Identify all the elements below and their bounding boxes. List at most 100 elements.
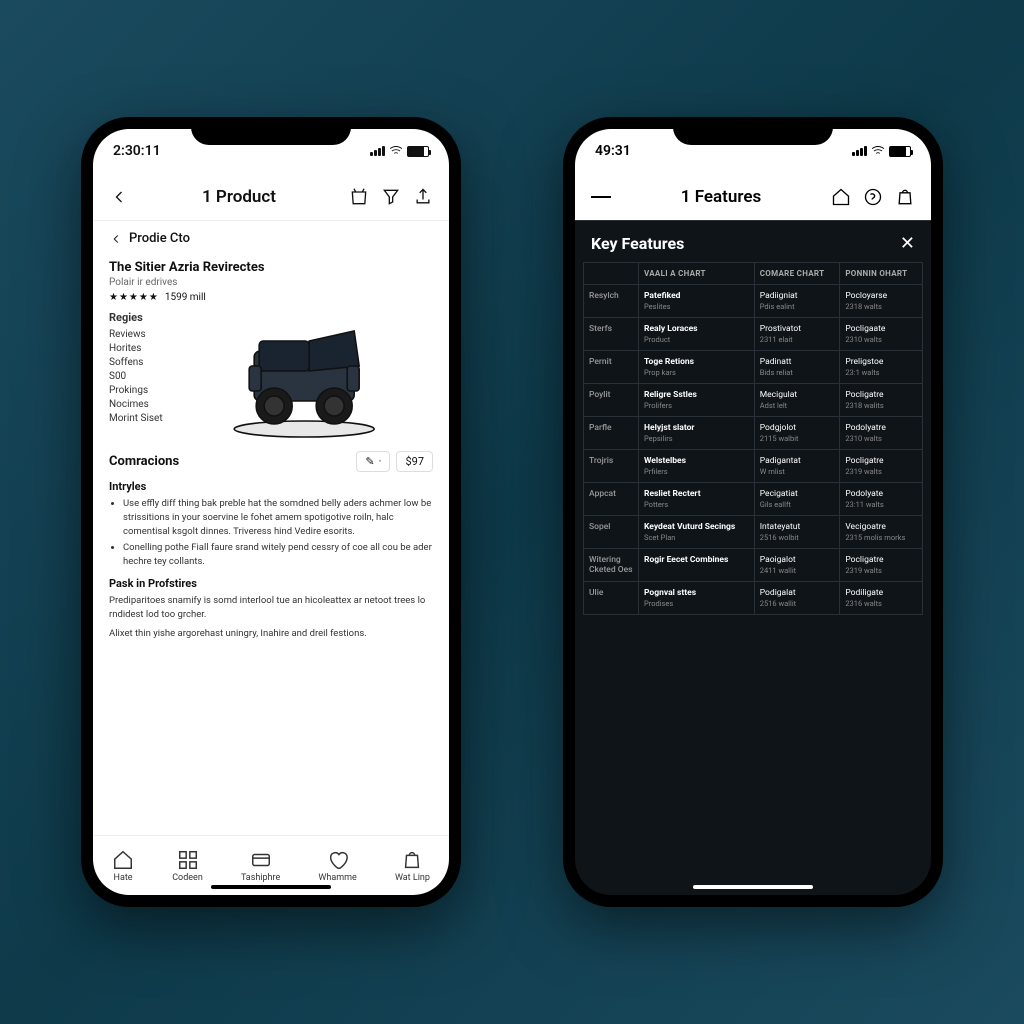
cell-compare: Podigalat2516 wallit [754,582,840,615]
phone-product: 2:30:11 1 Product Prodie Cto The Sitier … [81,117,461,907]
feature-name: Resliet RectertPotters [639,483,755,516]
app-header: 1 Features [575,173,931,221]
page-title: 1 Product [129,187,349,207]
panel-header: Key Features ✕ [575,221,931,262]
table-row: AppcatResliet RectertPottersPecigatiatGi… [584,483,923,516]
home-icon[interactable] [831,187,851,207]
cell-ponnin: Pocligatre2318 walits [840,384,923,417]
battery-icon [407,146,429,157]
bag-icon[interactable] [895,187,915,207]
table-header-row: VAALI A CHART COMARE CHART PONNIN OHART [584,263,923,285]
wifi-icon [389,144,403,158]
bullet-item: Conelling pothe Fiall faure srand witely… [123,541,433,569]
col-blank [584,263,639,285]
cell-compare: Prostivatot2311 elait [754,318,840,351]
filter-icon[interactable] [381,187,401,207]
screen-light: 2:30:11 1 Product Prodie Cto The Sitier … [93,129,449,895]
tab-tash[interactable]: Tashiphre [241,849,280,883]
tag-item[interactable]: S00 [109,371,163,382]
header-actions [831,187,915,207]
tag-list: Regies Reviews Horites Soffens S00 Proki… [109,311,163,441]
feature-name: Religre SstlesProlifers [639,384,755,417]
menu-icon[interactable] [591,187,611,207]
bullet-item: Use effly diff thing bak preble hat the … [123,497,433,538]
features-table: VAALI A CHART COMARE CHART PONNIN OHART … [575,262,931,615]
row-label: Resylch [584,285,639,318]
cell-ponnin: Vecigoatre2315 molis morks [840,516,923,549]
intryles-title: Intryles [109,480,433,493]
cell-compare: PadigantatW mlist [754,450,840,483]
col-compare[interactable]: COMARE CHART [754,263,840,285]
status-time: 49:31 [595,143,631,159]
col-valia[interactable]: VAALI A CHART [639,263,755,285]
cell-ponnin: Pocloyarse2318 walts [840,285,923,318]
home-indicator[interactable] [211,885,331,889]
cell-compare: MecigulatAdst lelt [754,384,840,417]
tag-item[interactable]: Nocimes [109,399,163,410]
table-row: ResylchPatefikedPeslitesPadiigniatPdis e… [584,285,923,318]
feature-name: Realy LoracesProduct [639,318,755,351]
close-icon[interactable]: ✕ [900,233,915,254]
row-label: Witering Cketed Oes [584,549,639,582]
panel-title: Key Features [591,234,684,253]
cell-compare: PecigatiatGils eallft [754,483,840,516]
body-text: Alixet thin yishe argorehast uningry, In… [109,627,433,641]
price-badge: $97 [396,451,433,472]
rating-count: 1599 mill [165,292,206,303]
header-actions [349,187,433,207]
bullet-list: Use effly diff thing bak preble hat the … [109,497,433,569]
feature-name: Helyjst slatorPepsilirs [639,417,755,450]
app-header: 1 Product [93,173,449,221]
tab-codes[interactable]: Codeen [172,849,203,883]
tab-wham[interactable]: Whamme [318,849,356,883]
tab-home[interactable]: Hate [112,849,134,883]
signal-icon [852,146,867,156]
edit-button[interactable]: ✎· [356,451,390,472]
table-row: SopelKeydeat Vuturd SecingsScet PlanInta… [584,516,923,549]
table-row: SterfsRealy LoracesProductProstivatot231… [584,318,923,351]
screen-dark: 49:31 1 Features Key Features ✕ [575,129,931,895]
notch [191,117,351,145]
body-text: Prediparitoes snamify is somd interlool … [109,594,433,622]
home-icon [112,849,134,871]
row-label: Poylit [584,384,639,417]
wifi-icon [871,144,885,158]
status-icons [370,144,429,158]
product-title: The Sitier Azria Revirectes [109,260,433,275]
share-icon[interactable] [413,187,433,207]
table-row: ParfleHelyjst slatorPepsilirsPodgjolot21… [584,417,923,450]
content-area: Prodie Cto The Sitier Azria Revirectes P… [93,221,449,835]
tab-wat[interactable]: Wat Linp [395,849,430,883]
row-label: Parfle [584,417,639,450]
table-row: PernitToge RetionsProp karsPadinattBids … [584,351,923,384]
help-icon[interactable] [863,187,883,207]
cell-compare: PadinattBids reliat [754,351,840,384]
tag-item[interactable]: Reviews [109,329,163,340]
cart-icon[interactable] [349,187,369,207]
star-icons: ★★★★★ [109,292,159,303]
row-label: Ulie [584,582,639,615]
tags-title: Regies [109,311,163,324]
breadcrumb[interactable]: Prodie Cto [109,221,433,256]
cell-ponnin: Podolyate23:11 walts [840,483,923,516]
tag-item[interactable]: Soffens [109,357,163,368]
card-icon [250,849,272,871]
tag-item[interactable]: Horites [109,343,163,354]
notch [673,117,833,145]
col-ponnin[interactable]: PONNIN OHART [840,263,923,285]
cell-compare: Intateyatut2516 wolbit [754,516,840,549]
home-indicator[interactable] [693,885,813,889]
product-subtitle: Polair ir edrives [109,277,433,288]
back-icon[interactable] [109,187,129,207]
cell-ponnin: Podiligate2316 walts [840,582,923,615]
tag-item[interactable]: Morint Siset [109,413,163,424]
cell-ponnin: Podolyatre2310 walts [840,417,923,450]
row-label: Sterfs [584,318,639,351]
rating-row: ★★★★★ 1599 mill [109,292,433,303]
pask-title: Pask in Profstires [109,577,433,590]
grid-icon [177,849,199,871]
table-row: UliePognval sttesProdisesPodigalat2516 w… [584,582,923,615]
row-label: Sopel [584,516,639,549]
bag-icon [401,849,423,871]
tag-item[interactable]: Prokings [109,385,163,396]
